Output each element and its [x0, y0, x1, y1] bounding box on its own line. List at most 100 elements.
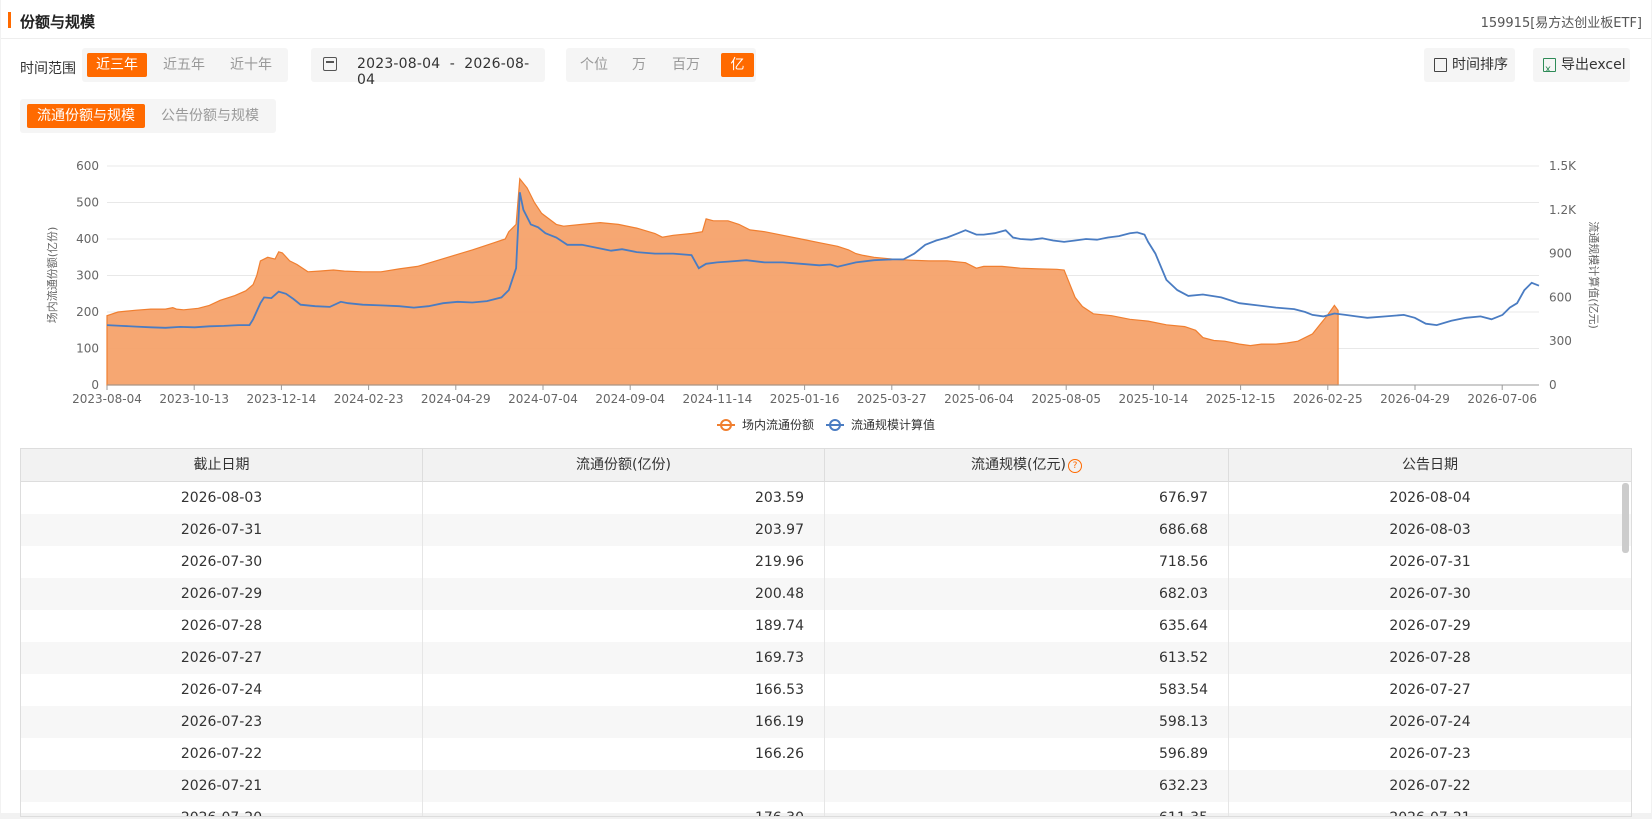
panel-header: 份额与规模 159915[易方达创业板ETF]: [1, 0, 1651, 39]
x-tick-label: 2024-04-29: [421, 392, 491, 406]
cell-circulating-share: 203.59: [423, 482, 825, 514]
range-label: 时间范围: [20, 61, 76, 77]
export-excel-button[interactable]: 导出excel: [1533, 48, 1630, 87]
range-option-10y[interactable]: 近十年: [221, 53, 281, 77]
cell-circulating-scale: 632.23: [825, 770, 1229, 802]
x-tick-label: 2024-02-23: [334, 392, 404, 406]
table-row: 2026-08-03 203.59 676.97 2026-08-04: [21, 482, 1631, 514]
cell-circulating-scale: 686.68: [825, 514, 1229, 546]
cell-end-date: 2026-07-21: [21, 770, 423, 802]
left-tick-label: 0: [91, 378, 99, 392]
col-header-end-date[interactable]: 截止日期: [21, 449, 423, 481]
x-tick-label: 2023-10-13: [159, 392, 229, 406]
share-scale-panel: 份额与规模 159915[易方达创业板ETF] 时间范围 近三年 近五年 近十年…: [1, 0, 1651, 817]
cell-announce-date: 2026-07-22: [1389, 778, 1471, 794]
cell-circulating-scale: 611.35: [825, 802, 1229, 816]
left-axis-ticks: 0 100 200 300 400 500 600: [76, 159, 99, 392]
time-sort-label: 时间排序: [1452, 57, 1508, 73]
x-tick-label: 2026-07-06: [1467, 392, 1537, 406]
table-row: 2026-07-27 169.73 613.52 2026-07-28: [21, 642, 1631, 674]
x-tick-label: 2025-12-15: [1206, 392, 1276, 406]
x-axis-ticks: 2023-08-04 2023-10-13 2023-12-14 2024-02-23…: [72, 385, 1537, 406]
col-header-circulating-share[interactable]: 流通份额(亿份): [423, 449, 825, 481]
cell-circulating-share: 166.26: [423, 738, 825, 770]
cell-end-date: 2026-07-23: [21, 706, 423, 738]
cell-announce-date: 2026-07-23: [1389, 746, 1471, 762]
range-selector: 近三年 近五年 近十年: [82, 48, 288, 82]
cell-circulating-share: 219.96: [423, 546, 825, 578]
cell-end-date: 2026-07-29: [21, 578, 423, 610]
cell-circulating-scale: 718.56: [825, 546, 1229, 578]
cell-announce-date: 2026-07-29: [1389, 618, 1471, 634]
col-header-circulating-scale[interactable]: 流通规模(亿元)?: [825, 449, 1229, 481]
cell-circulating-scale: 596.89: [825, 738, 1229, 770]
cell-circulating-scale: 613.52: [825, 642, 1229, 674]
share-area-series: [106, 177, 1339, 386]
start-date: 2023-08-04: [357, 56, 441, 72]
left-tick-label: 100: [76, 342, 99, 356]
right-tick-label: 600: [1549, 290, 1572, 304]
unit-option-wan[interactable]: 万: [618, 53, 660, 77]
cell-circulating-share: 169.73: [423, 642, 825, 674]
tab-circulating-share[interactable]: 流通份额与规模: [27, 104, 145, 128]
help-icon[interactable]: ?: [1067, 459, 1082, 473]
table-row: 2026-07-21 632.23 2026-07-22: [21, 770, 1631, 802]
x-tick-label: 2026-02-25: [1293, 392, 1363, 406]
col-header-scale-label: 流通规模(亿元): [971, 457, 1066, 473]
chart-legend: 场内流通份额 流通规模计算值: [717, 417, 935, 432]
x-tick-label: 2025-06-04: [944, 392, 1014, 406]
cell-announce-date: 2026-08-04: [1389, 490, 1471, 506]
table-row: 2026-07-29 200.48 682.03 2026-07-30: [21, 578, 1631, 610]
cell-announce-date: 2026-08-03: [1389, 522, 1471, 538]
left-tick-label: 600: [76, 159, 99, 173]
right-tick-label: 0: [1549, 378, 1557, 392]
cell-end-date: 2026-07-22: [21, 738, 423, 770]
table-row: 2026-07-31 203.97 686.68 2026-08-03: [21, 514, 1631, 546]
unit-option-million[interactable]: 百万: [660, 53, 712, 77]
x-tick-label: 2023-08-04: [72, 392, 142, 406]
range-option-5y[interactable]: 近五年: [154, 53, 214, 77]
cell-circulating-scale: 598.13: [825, 706, 1229, 738]
table-body: 2026-08-03 203.59 676.97 2026-08-04 2026-07-…: [21, 482, 1631, 816]
cell-end-date: 2026-08-03: [21, 482, 423, 514]
range-option-3y[interactable]: 近三年: [87, 53, 147, 77]
left-tick-label: 200: [76, 305, 99, 319]
time-sort-button[interactable]: 时间排序: [1424, 48, 1515, 82]
right-axis-label: 流通规模计算值(亿元): [1587, 221, 1601, 329]
cell-circulating-share: 166.53: [423, 674, 825, 706]
x-tick-label: 2025-01-16: [770, 392, 840, 406]
table-scrollbar[interactable]: [1622, 483, 1629, 553]
tab-announced-share[interactable]: 公告份额与规模: [151, 104, 269, 128]
export-excel-label: 导出excel: [1561, 57, 1626, 73]
unit-option-ones[interactable]: 个位: [570, 53, 618, 77]
x-tick-label: 2024-09-04: [595, 392, 665, 406]
col-header-announce-date[interactable]: 公告日期: [1229, 449, 1631, 481]
x-tick-label: 2025-10-14: [1119, 392, 1189, 406]
x-tick-label: 2024-07-04: [508, 392, 578, 406]
left-tick-label: 500: [76, 196, 99, 210]
right-tick-label: 900: [1549, 247, 1572, 261]
x-tick-label: 2025-03-27: [857, 392, 927, 406]
share-type-tab-group: 流通份额与规模 公告份额与规模: [20, 99, 276, 133]
left-axis-label: 场内流通份额(亿份): [45, 227, 59, 324]
table-row: 2026-07-24 166.53 583.54 2026-07-27: [21, 674, 1631, 706]
cell-circulating-scale: 635.64: [825, 610, 1229, 642]
cell-circulating-share: [423, 770, 825, 802]
cell-announce-date: 2026-07-28: [1389, 650, 1471, 666]
table-row: 2026-07-28 189.74 635.64 2026-07-29: [21, 610, 1631, 642]
left-tick-label: 400: [76, 232, 99, 246]
unit-option-yi[interactable]: 亿: [721, 53, 754, 77]
unit-selector: 个位 万 百万 亿: [566, 48, 756, 82]
cell-circulating-scale: 676.97: [825, 482, 1229, 514]
cell-circulating-share: 189.74: [423, 610, 825, 642]
date-range-text: 2023-08-04 - 2026-08-04: [357, 56, 545, 88]
share-type-tabs: 流通份额与规模 公告份额与规模: [20, 99, 276, 133]
date-range-picker[interactable]: 2023-08-04 - 2026-08-04: [311, 48, 545, 88]
cell-circulating-scale: 682.03: [825, 578, 1229, 610]
cell-announce-date: 2026-07-27: [1389, 682, 1471, 698]
legend-scale-label: 流通规模计算值: [851, 417, 935, 432]
cell-end-date: 2026-07-20: [21, 802, 423, 816]
table-row: 2026-07-20176.30611.352026-07-21: [21, 802, 1631, 816]
cell-end-date: 2026-07-31: [21, 514, 423, 546]
right-tick-label: 300: [1549, 334, 1572, 348]
